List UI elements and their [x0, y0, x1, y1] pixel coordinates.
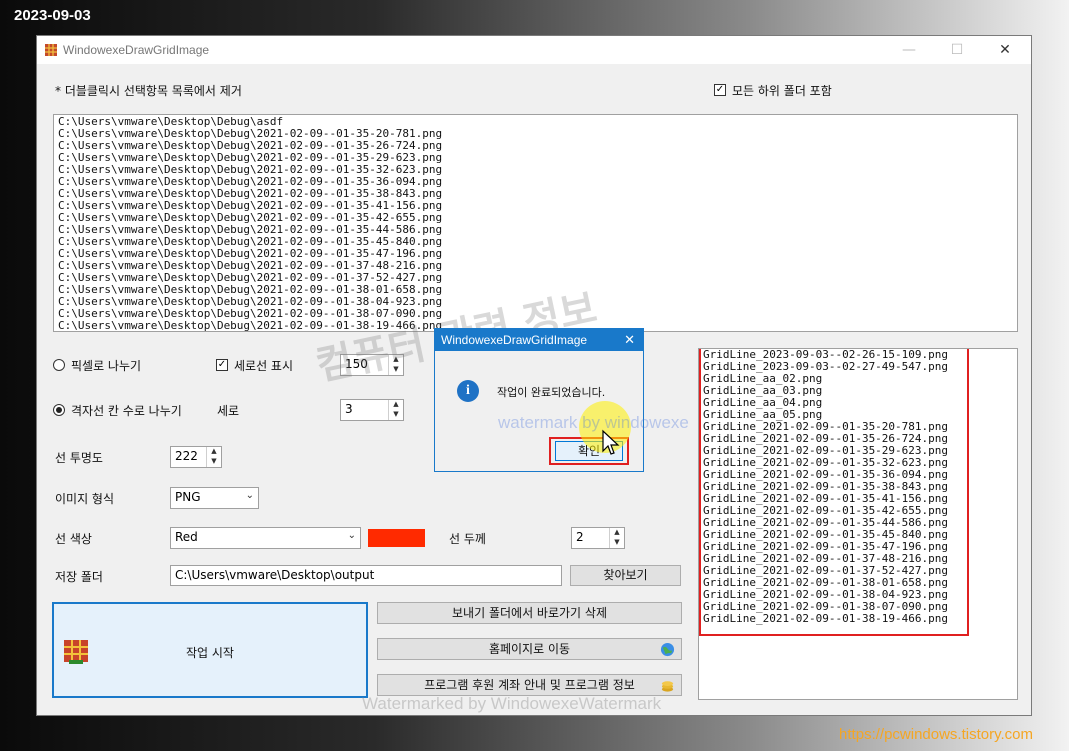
start-button[interactable]: 작업 시작: [52, 602, 368, 698]
date-overlay: 2023-09-03: [14, 7, 91, 24]
vertical-label: 세로: [217, 404, 240, 418]
minimize-button[interactable]: —: [887, 39, 931, 61]
globe-icon: [660, 642, 675, 657]
output-file-list[interactable]: GridLine_2023-09-03--02-26-15-109.png Gri…: [703, 349, 948, 625]
hint-label: * 더블클릭시 선택항목 목록에서 제거: [55, 84, 242, 98]
save-folder-input[interactable]: C:\Users\vmware\Desktop\output: [170, 565, 562, 586]
thickness-stepper[interactable]: 2 ▲ ▼: [571, 527, 625, 549]
window-title: WindowexeDrawGridImage: [63, 43, 210, 57]
dialog-title: WindowexeDrawGridImage: [441, 333, 588, 347]
homepage-button-label: 홈페이지로 이동: [488, 642, 571, 656]
chevron-down-icon: ⌄: [347, 530, 356, 541]
output-panel[interactable]: GridLine_2023-09-03--02-26-15-109.png Gri…: [698, 348, 1018, 700]
opacity-value-text: 222: [175, 449, 198, 463]
vertical-count-stepper[interactable]: 3 ▲ ▼: [340, 399, 404, 421]
mouse-cursor-icon: [602, 429, 620, 455]
dialog-title-bar: WindowexeDrawGridImage ✕: [435, 329, 643, 351]
info-icon: i: [457, 380, 479, 402]
homepage-button[interactable]: 홈페이지로 이동: [377, 638, 682, 660]
format-label: 이미지 형식: [55, 492, 115, 506]
message-dialog: WindowexeDrawGridImage ✕ i 작업이 완료되었습니다. …: [434, 328, 644, 472]
opacity-spin-arrows[interactable]: ▲ ▼: [206, 447, 221, 467]
thickness-label: 선 두께: [449, 532, 486, 546]
maximize-button[interactable]: ☐: [935, 39, 979, 61]
site-url[interactable]: https://pcwindows.tistory.com: [839, 726, 1033, 743]
title-bar: WindowexeDrawGridImage — ☐ ✕: [37, 36, 1031, 64]
format-select[interactable]: PNG ⌄: [170, 487, 259, 509]
delete-shortcut-button[interactable]: 보내기 폴더에서 바로가기 삭제: [377, 602, 682, 624]
chevron-down-icon: ⌄: [245, 490, 254, 501]
grid-cells-label: 격자선 칸 수로 나누기: [71, 404, 182, 418]
include-subfolders-checkbox[interactable]: ✓: [714, 84, 726, 96]
browse-button[interactable]: 찾아보기: [570, 565, 681, 586]
donate-info-button-label: 프로그램 후원 계좌 안내 및 프로그램 정보: [424, 678, 635, 692]
coins-icon: [661, 681, 674, 692]
bottom-watermark: Watermarked by WindowexeWatermark: [362, 694, 662, 713]
dialog-close-button[interactable]: ✕: [624, 332, 635, 348]
close-button[interactable]: ✕: [983, 39, 1027, 61]
color-select[interactable]: Red ⌄: [170, 527, 361, 549]
thickness-value-text: 2: [576, 530, 584, 544]
opacity-stepper[interactable]: 222 ▲ ▼: [170, 446, 222, 468]
grid-cells-radio[interactable]: [53, 404, 65, 416]
dialog-message: 작업이 완료되었습니다.: [497, 386, 606, 399]
donate-info-button[interactable]: 프로그램 후원 계좌 안내 및 프로그램 정보: [377, 674, 682, 696]
opacity-label: 선 투명도: [55, 451, 103, 465]
vertical-count-text: 3: [345, 402, 353, 416]
color-value: Red: [175, 530, 198, 544]
start-button-label: 작업 시작: [186, 646, 234, 660]
pixel-split-radio[interactable]: [53, 359, 65, 371]
color-label: 선 색상: [55, 532, 92, 546]
vertical-line-checkbox[interactable]: ✓: [216, 359, 228, 371]
pixel-split-label: 픽셀로 나누기: [71, 359, 142, 373]
save-folder-label: 저장 폴더: [55, 570, 103, 584]
include-subfolders-label: 모든 하위 폴더 포함: [732, 84, 832, 98]
vertical-line-label: 세로선 표시: [234, 359, 294, 373]
dialog-watermark: watermark by windowexe: [498, 413, 689, 432]
vertical-spin-arrows[interactable]: ▲ ▼: [388, 400, 403, 420]
thickness-spin-arrows[interactable]: ▲ ▼: [609, 528, 624, 548]
list-item[interactable]: GridLine_2021-02-09--01-38-19-466.png: [703, 613, 948, 625]
color-swatch[interactable]: [368, 529, 425, 547]
format-value: PNG: [175, 490, 201, 504]
app-icon: [45, 44, 57, 56]
